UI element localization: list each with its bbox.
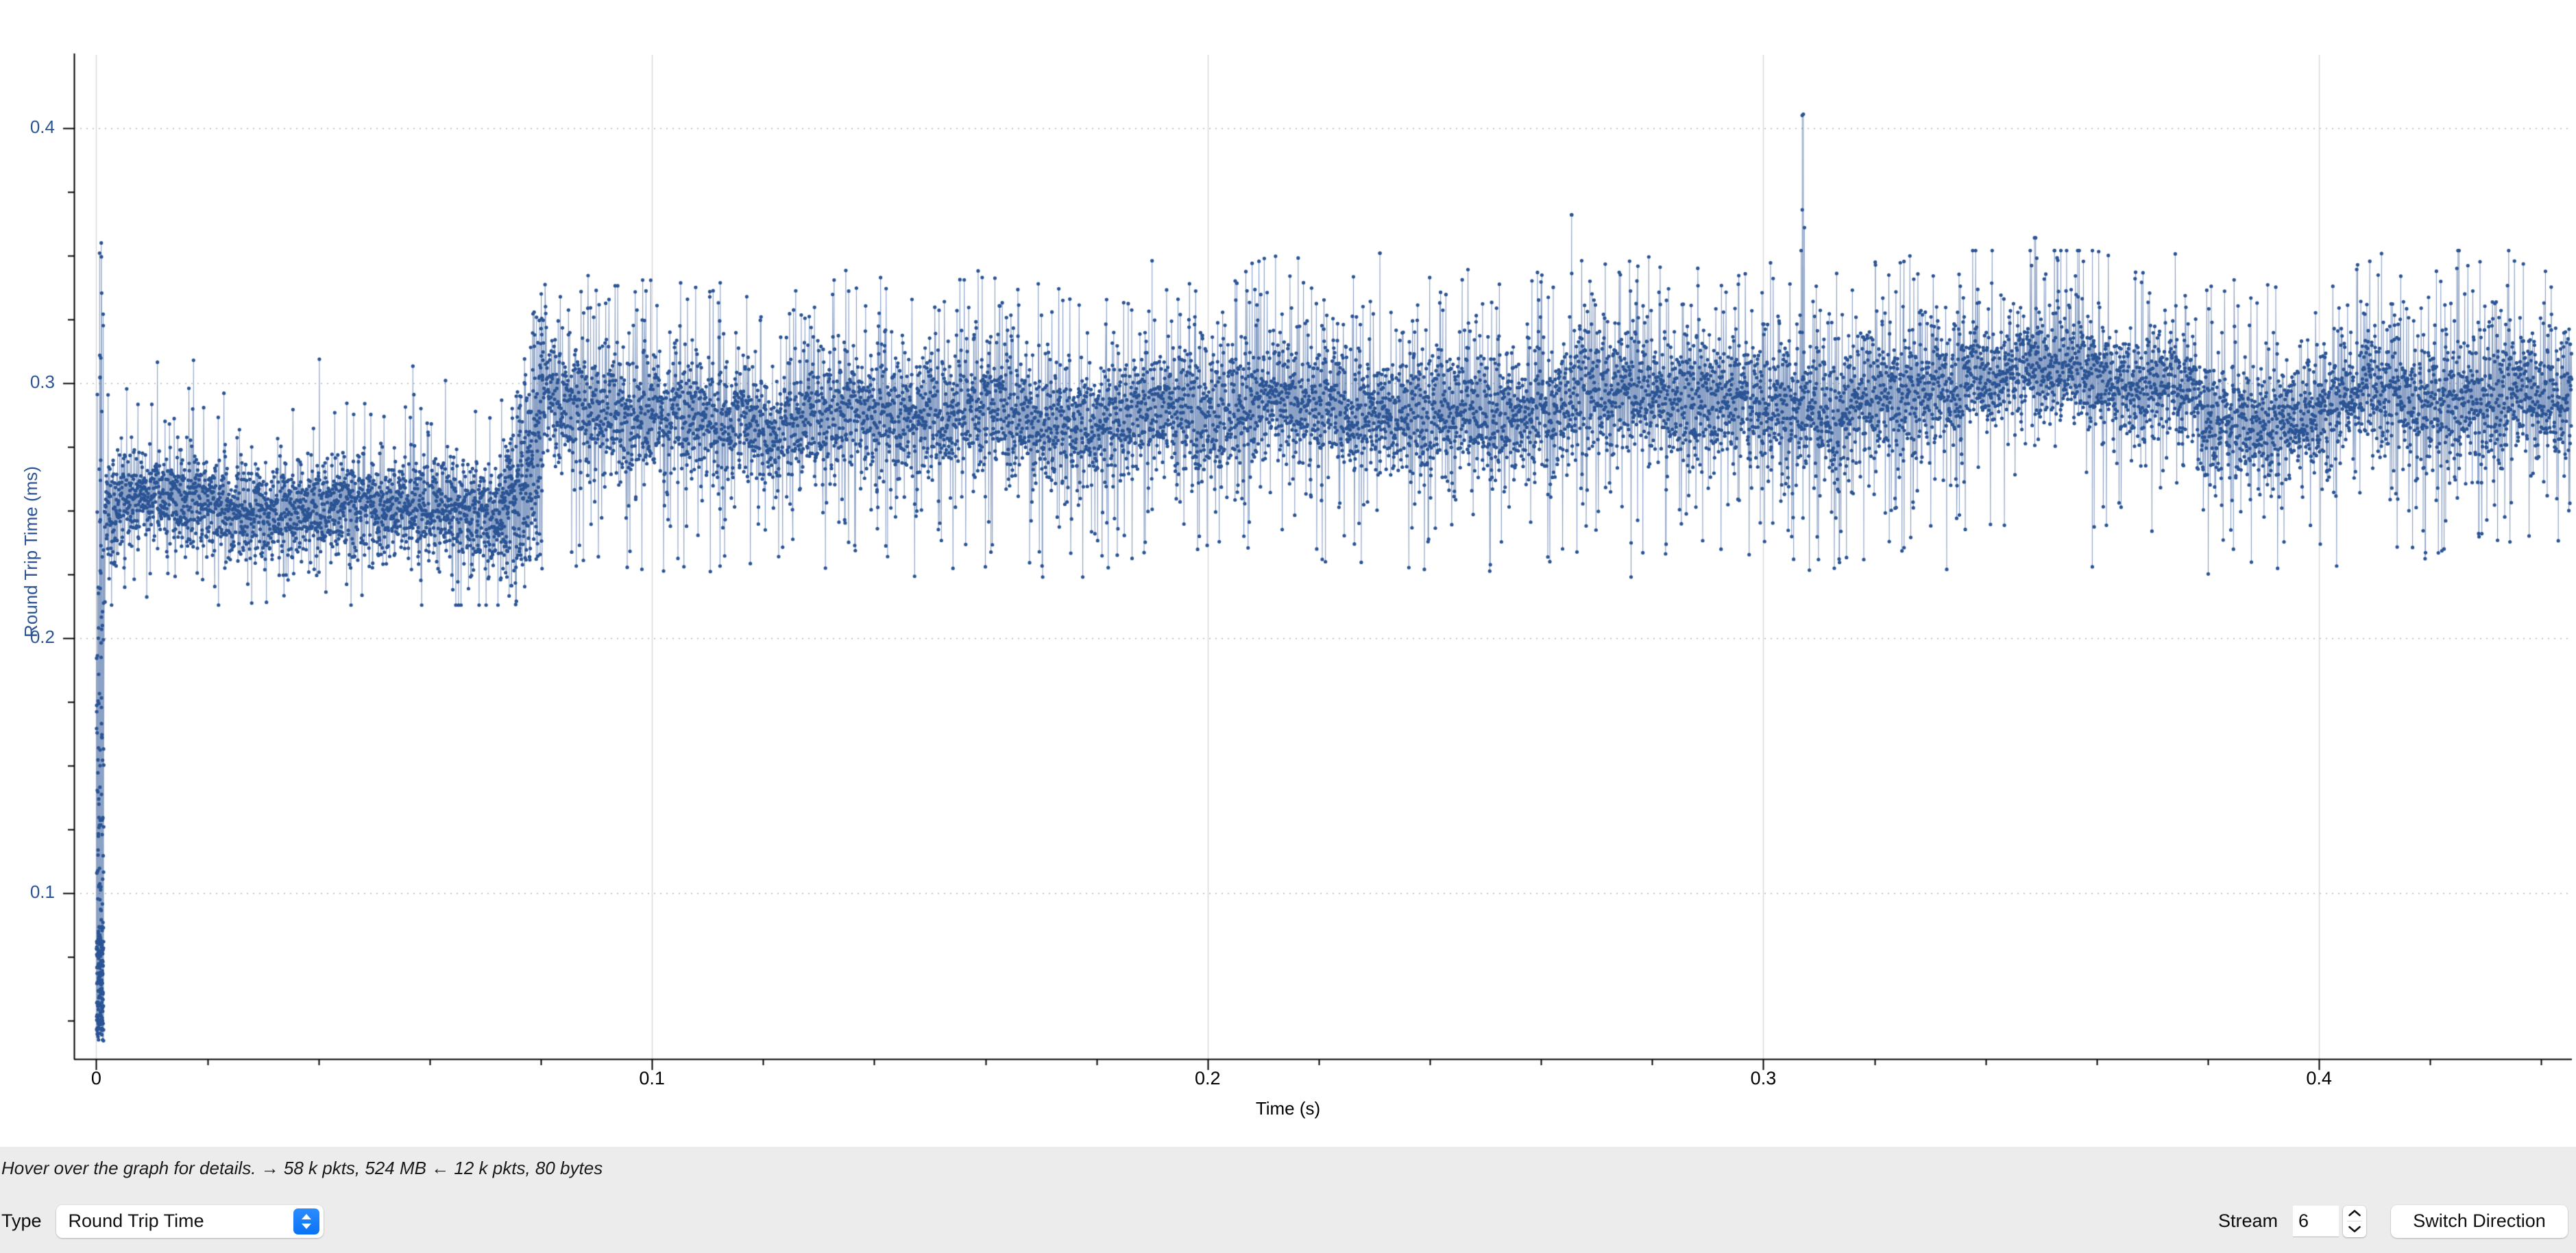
y-tick-label: 0.2 [29, 626, 55, 648]
rtt-scatter-canvas[interactable] [0, 0, 2576, 1147]
y-tick-label: 0.3 [29, 372, 55, 393]
x-tick-label: 0.2 [1195, 1068, 1221, 1088]
x-tick-label: 0.4 [2306, 1068, 2332, 1088]
y-tick-label: 0.1 [29, 881, 55, 903]
x-tick-label: 0.1 [639, 1068, 665, 1088]
y-axis-label: Round Trip Time (ms) [21, 466, 41, 637]
rtt-graph-window: Round Trip Time for 10.30.90.100:80 → 10… [0, 0, 2576, 1253]
stream-label: Stream [2217, 1211, 2278, 1231]
status-text: Hover over the graph for details. → 58 k… [1, 1157, 603, 1178]
stream-stepper-down[interactable] [2343, 1221, 2366, 1237]
type-label: Type [1, 1211, 42, 1231]
graph-type-select[interactable]: Round Trip Time [56, 1204, 324, 1238]
stream-spinbox[interactable] [2293, 1205, 2366, 1237]
y-tick-label: 0.4 [29, 116, 55, 137]
plot-region[interactable]: Round Trip Time for 10.30.90.100:80 → 10… [0, 0, 2576, 1147]
x-tick-label: 0.3 [1750, 1068, 1777, 1088]
x-axis-label: Time (s) [1255, 1098, 1321, 1119]
stream-stepper-up[interactable] [2343, 1206, 2366, 1221]
chevron-up-down-icon[interactable] [293, 1208, 319, 1234]
graph-type-value: Round Trip Time [68, 1211, 204, 1231]
bottom-toolbar: Type Round Trip Time Stream 6 Switch Dir… [0, 1189, 2576, 1253]
status-bar: Hover over the graph for details. → 58 k… [0, 1147, 2576, 1189]
stream-stepper[interactable] [2343, 1205, 2366, 1237]
switch-direction-button[interactable]: Switch Direction [2391, 1204, 2568, 1238]
stream-input[interactable] [2293, 1205, 2339, 1237]
x-tick-label: 0 [90, 1068, 101, 1088]
